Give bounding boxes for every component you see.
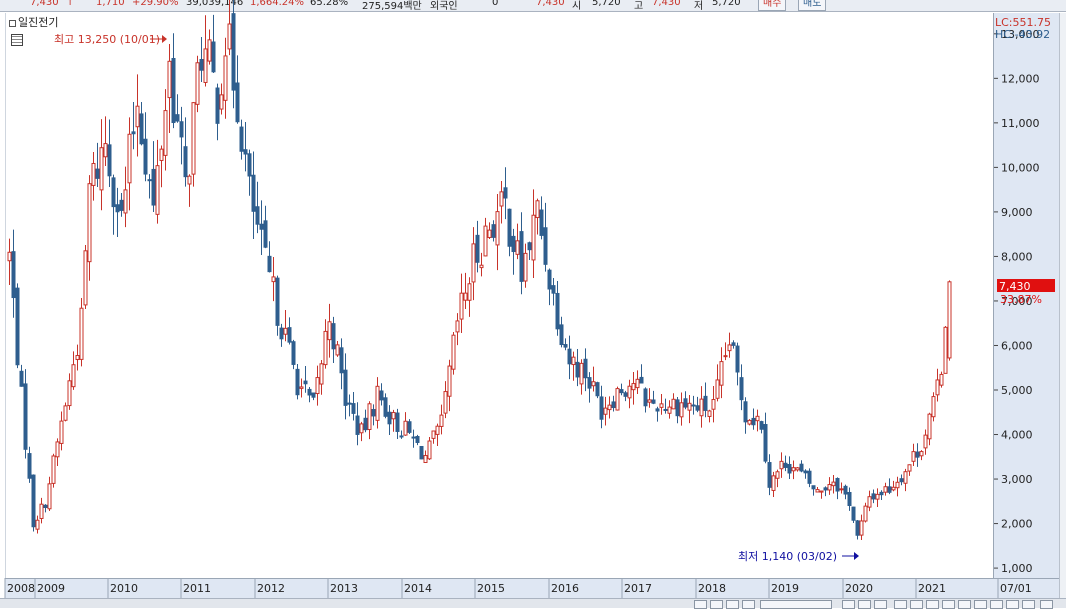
right-scrollbar[interactable] xyxy=(1059,13,1066,598)
buy-button[interactable]: 매수 xyxy=(758,0,787,11)
trade-price-text: 7,430 xyxy=(536,0,565,8)
quote-bar: 7,430 ↑ 1,710 +29.90% 39,039,146 1,664.2… xyxy=(0,0,1066,12)
print-button[interactable] xyxy=(974,600,987,609)
change-text: 1,710 xyxy=(96,0,125,8)
open-value: 5,720 xyxy=(592,0,621,8)
volume-text: 39,039,146 xyxy=(186,0,244,8)
erase-tool-button[interactable] xyxy=(942,600,955,609)
stock-name: 일진전기 xyxy=(18,16,59,29)
open-label: 시 xyxy=(572,1,582,12)
zoom-out-button[interactable] xyxy=(842,600,855,609)
price-text: 7,430 xyxy=(30,0,59,8)
x-axis-panel[interactable] xyxy=(5,578,1059,599)
y-axis-panel[interactable] xyxy=(993,13,1060,578)
save-button[interactable] xyxy=(990,600,1003,609)
change-pct-text: +29.90% xyxy=(132,0,179,8)
high-value: 7,430 xyxy=(652,0,681,8)
balance-label: 외국인 xyxy=(430,1,458,12)
up-arrow-icon: ↑ xyxy=(66,0,75,8)
balance-value: 0 xyxy=(492,0,499,8)
zoom-slider[interactable] xyxy=(760,600,832,609)
ratio-text: 65.28% xyxy=(310,0,349,8)
stop-button[interactable] xyxy=(726,600,739,609)
line-tool-button[interactable] xyxy=(910,600,923,609)
square-icon xyxy=(9,19,16,27)
scroll-right-button[interactable] xyxy=(742,600,755,609)
chart-title: 일진전기 xyxy=(9,14,59,29)
chart-area[interactable] xyxy=(5,13,994,578)
draw-tool-button[interactable] xyxy=(894,600,907,609)
scroll-left-button[interactable] xyxy=(694,600,707,609)
copy-button[interactable] xyxy=(1006,600,1019,609)
play-button[interactable] xyxy=(710,600,723,609)
volume-pct-text: 1,664.24% xyxy=(250,0,305,8)
sell-button[interactable]: 매도 xyxy=(798,0,827,11)
text-tool-button[interactable] xyxy=(926,600,939,609)
settings-button[interactable] xyxy=(958,600,971,609)
fit-button[interactable] xyxy=(874,600,887,609)
low-label: 저 xyxy=(694,1,704,12)
close-button[interactable] xyxy=(1040,600,1053,609)
high-label: 고 xyxy=(634,1,644,12)
low-value: 5,720 xyxy=(712,0,741,8)
calendar-icon[interactable] xyxy=(11,34,23,46)
amount-text: 275,594백만 xyxy=(362,1,422,12)
zoom-in-button[interactable] xyxy=(858,600,871,609)
help-button[interactable] xyxy=(1022,600,1035,609)
